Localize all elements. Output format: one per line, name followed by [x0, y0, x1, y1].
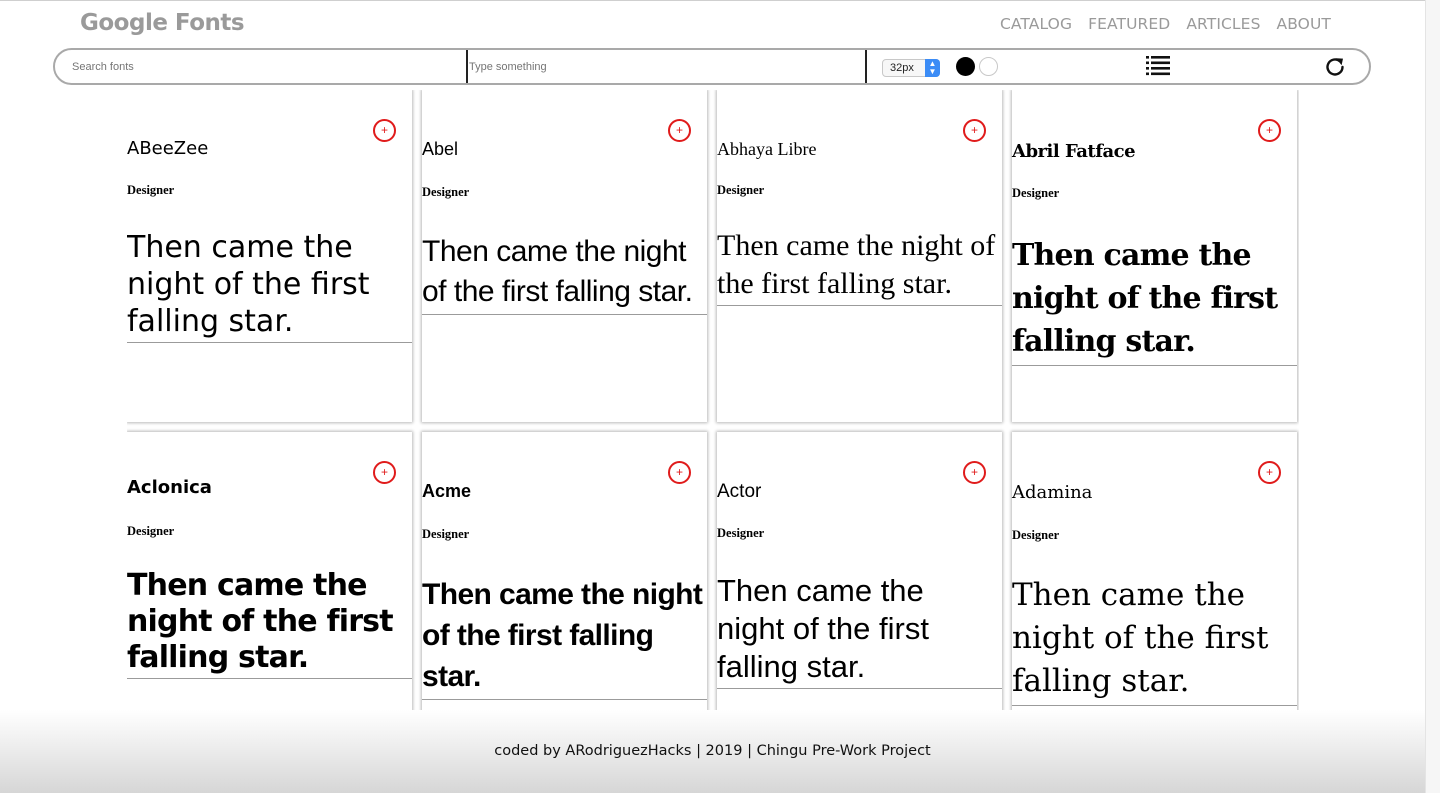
add-font-button[interactable]: +	[373, 119, 396, 142]
font-sample: Then came the night of the first falling…	[127, 229, 412, 343]
font-card[interactable]: + Acme Designer Then came the night of t…	[422, 432, 707, 710]
search-input[interactable]	[72, 50, 462, 83]
font-grid: + ABeeZee Designer Then came the night o…	[127, 90, 1299, 710]
light-theme-button[interactable]	[979, 57, 998, 76]
add-font-button[interactable]: +	[668, 119, 691, 142]
font-card[interactable]: + Abhaya Libre Designer Then came the ni…	[717, 90, 1002, 422]
add-font-button[interactable]: +	[963, 461, 986, 484]
footer: coded by ARodriguezHacks | 2019 | Chingu…	[0, 710, 1425, 793]
toolbar: 32px ▲▼	[53, 48, 1371, 85]
add-font-button[interactable]: +	[963, 119, 986, 142]
toolbar-divider	[466, 50, 468, 83]
font-card[interactable]: + Actor Designer Then came the night of …	[717, 432, 1002, 710]
font-sample: Then came the night of the first falling…	[1012, 574, 1297, 706]
font-card[interactable]: + Abril Fatface Designer Then came the n…	[1012, 90, 1297, 422]
footer-credit: coded by ARodriguezHacks | 2019 | Chingu…	[494, 743, 931, 759]
add-font-button[interactable]: +	[1258, 461, 1281, 484]
add-font-button[interactable]: +	[1258, 119, 1281, 142]
font-sample: Then came the night of the first falling…	[422, 232, 707, 315]
font-card[interactable]: + Abel Designer Then came the night of t…	[422, 90, 707, 422]
font-name: Abril Fatface	[1012, 141, 1136, 162]
font-card[interactable]: + ABeeZee Designer Then came the night o…	[127, 90, 412, 422]
add-font-button[interactable]: +	[373, 461, 396, 484]
font-name: ABeeZee	[127, 138, 209, 159]
font-sample: Then came the night of the first falling…	[127, 568, 412, 679]
toolbar-divider	[865, 50, 867, 83]
dark-theme-button[interactable]	[956, 57, 975, 76]
logo[interactable]: Google Fonts	[80, 10, 245, 36]
font-designer: Designer	[127, 524, 175, 538]
font-designer: Designer	[717, 526, 765, 540]
font-name: Abel	[422, 139, 459, 159]
nav-about[interactable]: ABOUT	[1277, 15, 1331, 33]
main-nav: CATALOG FEATURED ARTICLES ABOUT	[1000, 15, 1331, 33]
nav-articles[interactable]: ARTICLES	[1186, 15, 1260, 33]
font-sample: Then came the night of the first falling…	[717, 572, 1002, 689]
nav-featured[interactable]: FEATURED	[1088, 15, 1170, 33]
sample-text-input[interactable]	[469, 50, 864, 83]
font-name: Actor	[717, 481, 762, 502]
font-name: Adamina	[1012, 482, 1093, 503]
font-designer: Designer	[1012, 528, 1060, 542]
select-arrows-icon: ▲ ▼	[925, 59, 940, 77]
font-size-value: 32px	[890, 62, 914, 74]
refresh-icon[interactable]	[1323, 55, 1347, 79]
list-view-icon[interactable]	[1146, 55, 1170, 77]
font-card[interactable]: + Aclonica Designer Then came the night …	[127, 432, 412, 710]
nav-catalog[interactable]: CATALOG	[1000, 15, 1072, 33]
font-sample: Then came the night of the first falling…	[422, 574, 707, 700]
page-scrollbar[interactable]	[1425, 0, 1440, 793]
font-sample: Then came the night of the first falling…	[717, 227, 1002, 306]
font-designer: Designer	[127, 183, 175, 197]
font-name: Abhaya Libre	[717, 139, 817, 159]
font-card[interactable]: + Adamina Designer Then came the night o…	[1012, 432, 1297, 710]
font-sample: Then came the night of the first falling…	[1012, 234, 1297, 366]
add-font-button[interactable]: +	[668, 461, 691, 484]
font-designer: Designer	[422, 527, 470, 541]
font-designer: Designer	[1012, 186, 1060, 200]
font-designer: Designer	[717, 183, 765, 197]
font-size-select[interactable]: 32px ▲ ▼	[882, 59, 940, 77]
font-name: Aclonica	[127, 477, 212, 498]
font-name: Acme	[422, 481, 472, 501]
font-designer: Designer	[422, 185, 470, 199]
